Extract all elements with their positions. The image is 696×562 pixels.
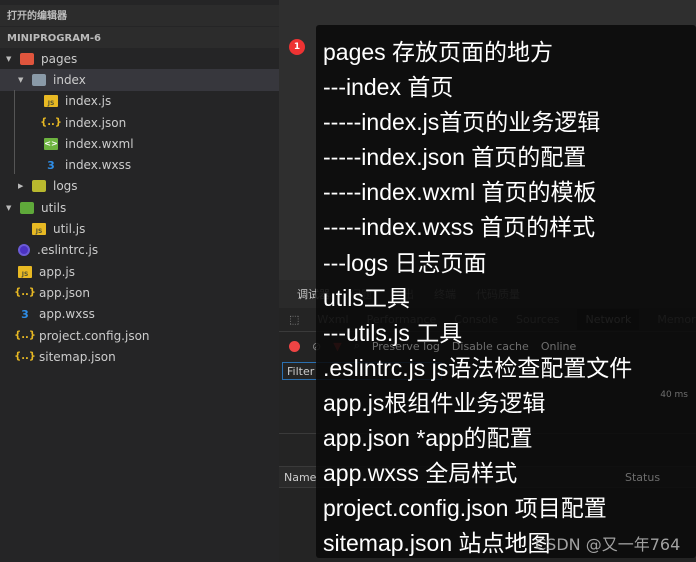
tree-item[interactable]: ▼ index [0, 69, 279, 91]
annotation-line: app.js根组件业务逻辑 [323, 389, 546, 416]
js-file-icon: JS [18, 265, 32, 278]
json-file-icon: {..} [40, 117, 62, 129]
open-editors-header[interactable]: 打开的编辑器 [0, 5, 279, 26]
tree-item-label: logs [53, 179, 78, 194]
annotation-line: ---index 首页 [323, 74, 454, 101]
annotation-line: app.json *app的配置 [323, 425, 533, 452]
time-label: 40 ms [660, 390, 688, 400]
column-name[interactable]: Name [284, 471, 316, 484]
tree-item-label: index.json [65, 115, 127, 130]
folder-utils-icon [20, 201, 34, 214]
watermark: CSDN @又一年764 [535, 535, 681, 554]
indent-guide [14, 90, 15, 174]
chevron-down-icon: ▼ [18, 75, 24, 84]
tree-item-label: index.wxss [65, 158, 132, 173]
file-tree: ▼ pages ▼ index JS index.js {..} index.json <> in… [0, 48, 279, 367]
tree-item[interactable]: {..} app.json [0, 282, 279, 303]
annotation-line: utils工具 [323, 284, 410, 311]
annotation-line: -----index.wxss 首页的样式 [323, 214, 596, 241]
tree-item-label: index.js [65, 94, 112, 109]
tree-item-label: util.js [53, 222, 86, 237]
preserve-log-checkbox[interactable]: Preserve log [372, 340, 440, 353]
tree-item-label: app.wxss [39, 307, 95, 322]
throttle-select[interactable]: Online [541, 340, 576, 353]
tree-item[interactable]: JS index.js [0, 91, 279, 112]
tree-item-label: pages [41, 51, 78, 66]
tree-item[interactable]: ▼ pages [0, 48, 279, 69]
json-file-icon: {..} [14, 351, 36, 363]
inspect-icon[interactable]: ⬚ [289, 313, 299, 326]
disable-cache-checkbox[interactable]: Disable cache [452, 340, 529, 353]
annotation-line: ---logs 日志页面 [323, 249, 487, 276]
tree-item[interactable]: JS app.js [0, 261, 279, 282]
tree-item[interactable]: {..} project.config.json [0, 325, 279, 346]
column-status[interactable]: Status [625, 471, 660, 484]
tree-item[interactable]: 3 index.wxss [0, 154, 279, 175]
tree-item-label: index [53, 72, 86, 87]
tree-item-label: utils [41, 200, 67, 215]
tree-item-label: app.js [39, 264, 75, 279]
wxss-file-icon: 3 [47, 158, 55, 172]
folder-pages-icon [20, 52, 34, 65]
tree-item-label: app.json [39, 285, 90, 300]
js-file-icon: JS [44, 95, 58, 108]
chevron-right-icon: ▶ [18, 182, 24, 191]
json-file-icon: {..} [14, 287, 36, 299]
json-file-icon: {..} [14, 330, 36, 341]
file-explorer: 打开的编辑器 MINIPROGRAM-6 ▼ pages ▼ index JS index… [0, 0, 279, 562]
tree-item-label: .eslintrc.js [37, 243, 99, 258]
project-header[interactable]: MINIPROGRAM-6 [0, 27, 279, 48]
annotation-line: -----index.json 首页的配置 [323, 144, 587, 171]
tree-item[interactable]: {..} sitemap.json [0, 346, 279, 367]
chevron-down-icon: ▼ [6, 54, 12, 63]
tree-item[interactable]: <> index.wxml [0, 133, 279, 154]
record-icon[interactable] [289, 340, 300, 352]
chevron-down-icon: ▼ [6, 203, 12, 212]
tree-item[interactable]: JS util.js [0, 218, 279, 239]
js-file-icon: JS [32, 223, 46, 236]
tree-item-label: sitemap.json [39, 349, 116, 364]
tree-item-label: project.config.json [39, 328, 150, 343]
tree-item[interactable]: 3 app.wxss [0, 304, 279, 325]
eslint-icon [18, 244, 30, 257]
tree-item-label: index.wxml [65, 136, 134, 151]
annotation-line: .eslintrc.js js语法检查配置文件 [323, 354, 633, 381]
annotation-badge: 1 [289, 39, 305, 55]
annotation-line: -----index.js首页的业务逻辑 [323, 109, 601, 136]
folder-icon [32, 73, 46, 86]
tree-item[interactable]: ▼ utils [0, 197, 279, 218]
tree-item[interactable]: {..} index.json [0, 112, 279, 133]
wxml-file-icon: <> [44, 137, 58, 150]
tree-item[interactable]: ▶ logs [0, 176, 279, 197]
folder-icon [32, 180, 46, 193]
annotation-line: pages 存放页面的地方 [323, 39, 554, 65]
annotation-line: -----index.wxml 首页的模板 [323, 179, 597, 206]
annotation-line: project.config.json 项目配置 [323, 495, 607, 522]
wxss-file-icon: 3 [21, 307, 29, 321]
tree-item[interactable]: .eslintrc.js [0, 240, 279, 261]
